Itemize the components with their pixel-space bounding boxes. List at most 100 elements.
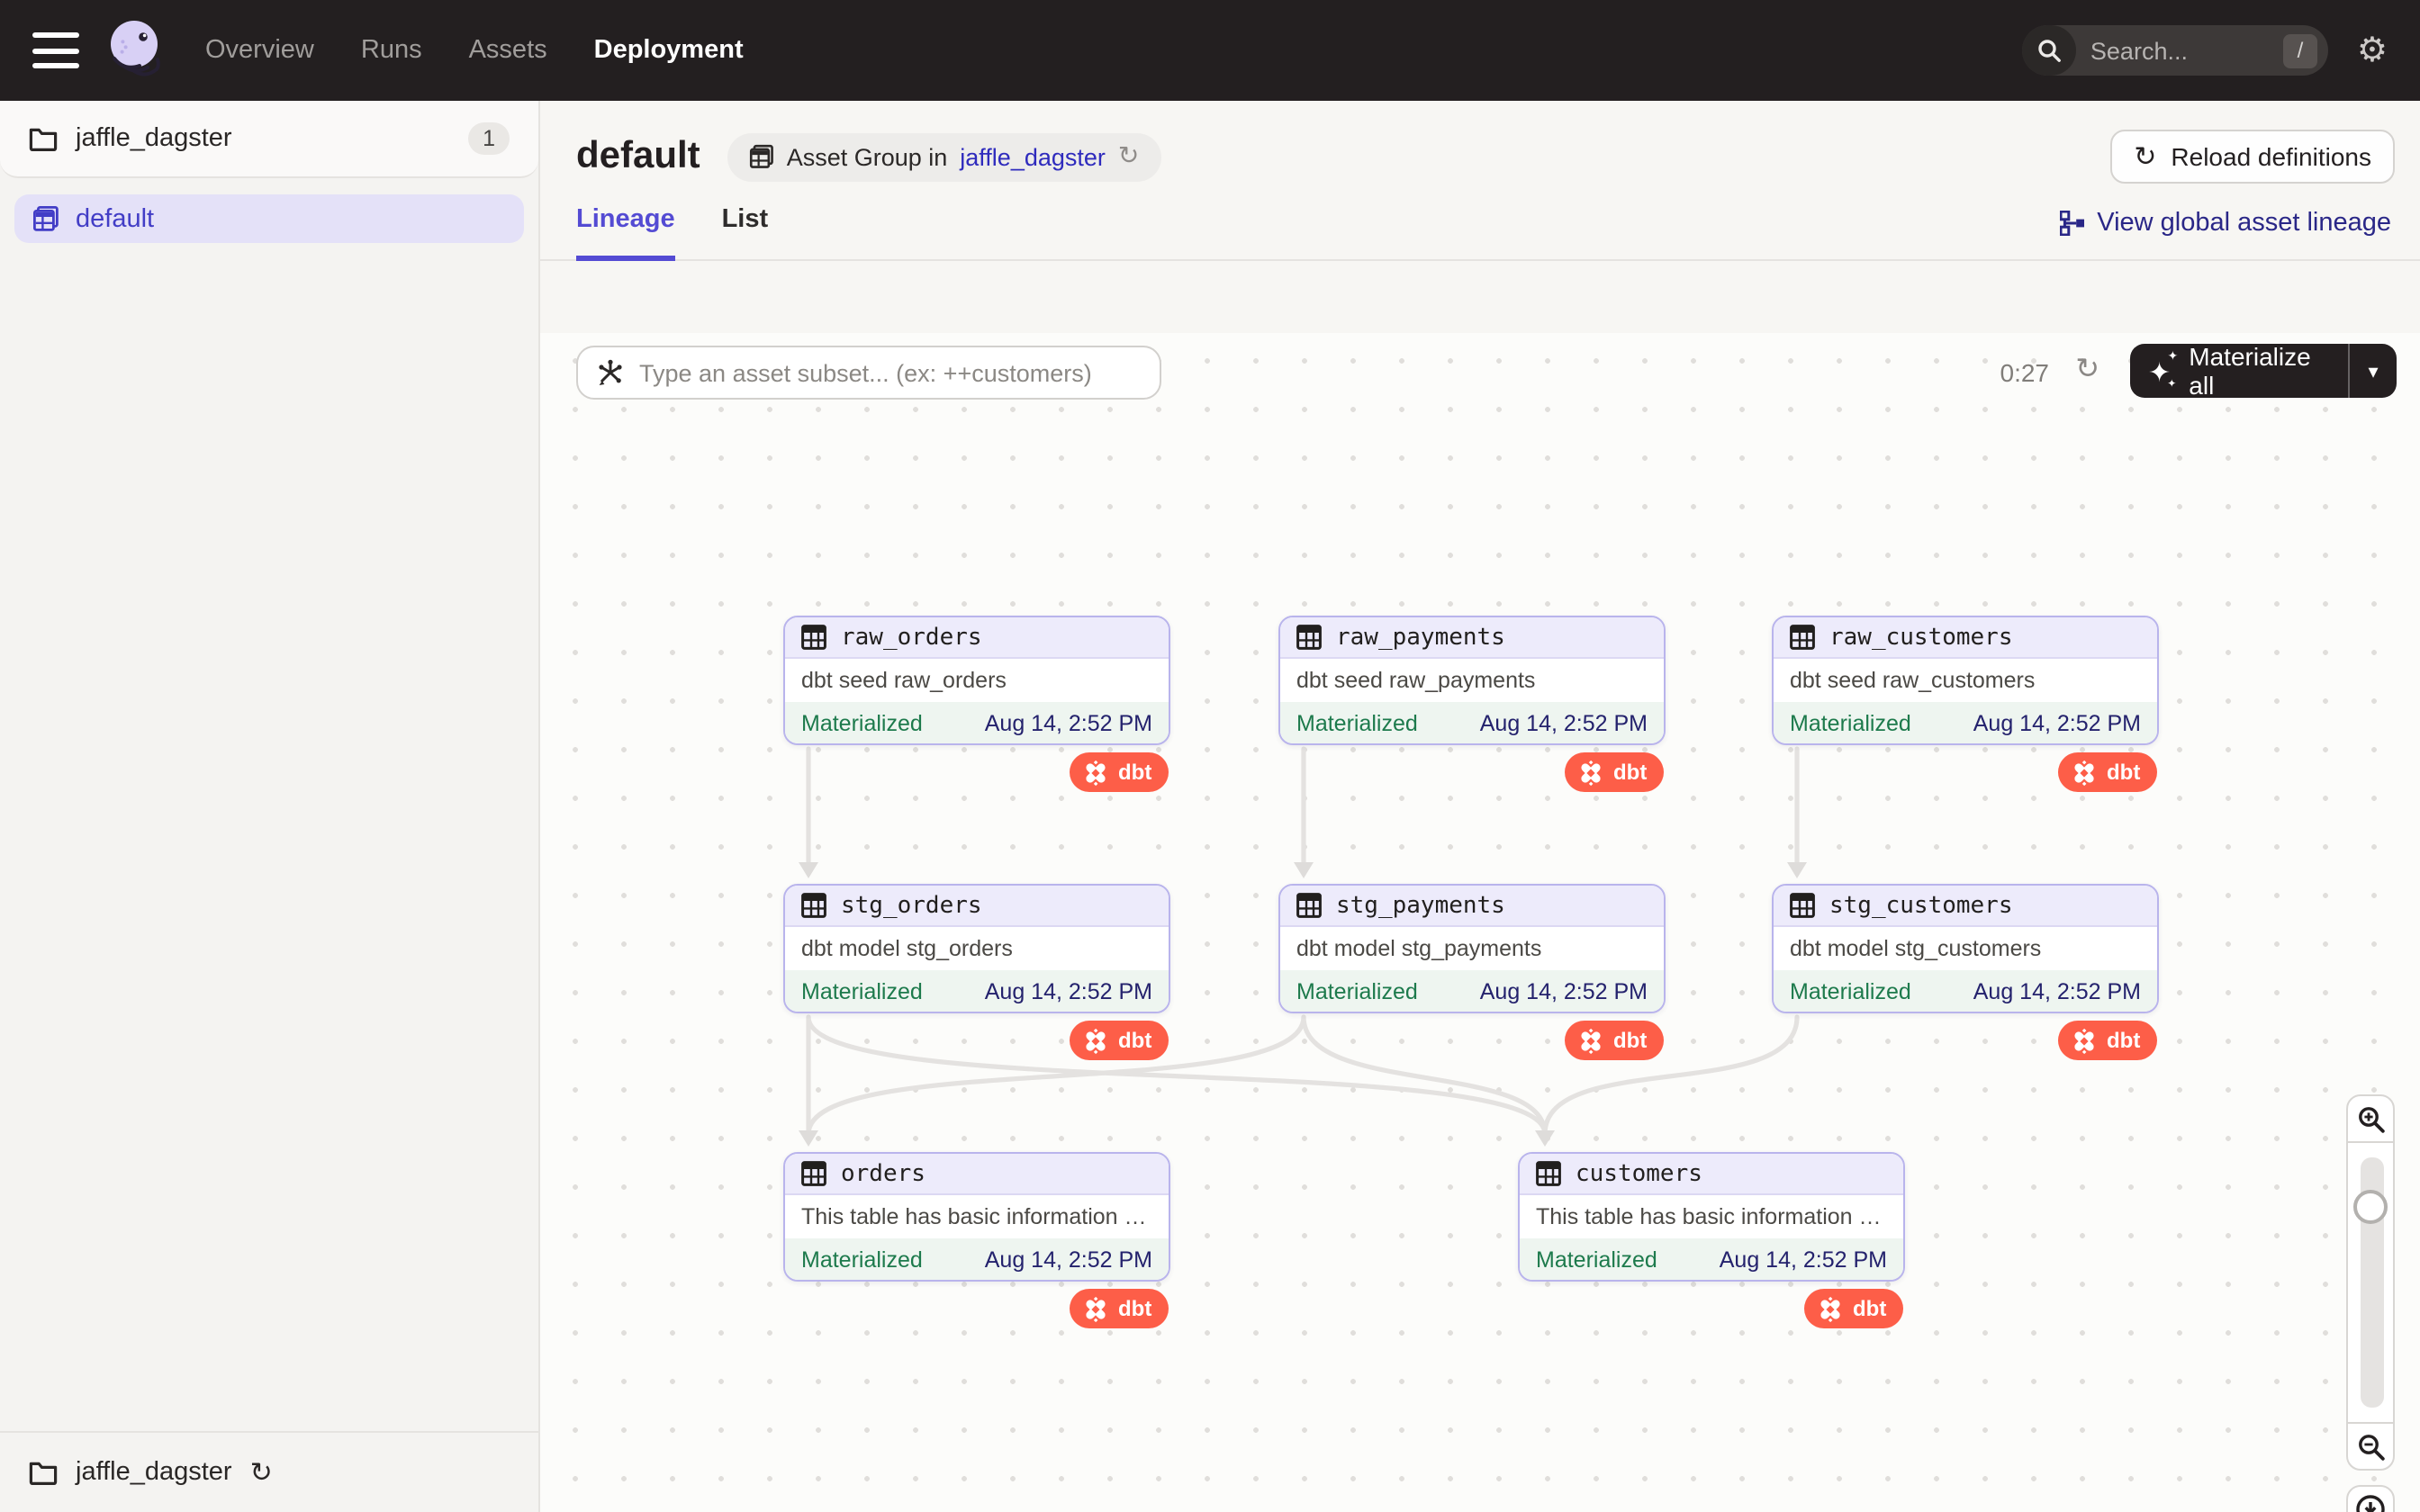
dagster-logo-icon[interactable] xyxy=(101,14,169,86)
asset-node-footer: Materialized Aug 14, 2:52 PM xyxy=(785,702,1169,743)
primary-nav: Overview Runs Assets Deployment xyxy=(205,36,744,65)
materialize-dropdown-caret[interactable]: ▾ xyxy=(2350,359,2397,382)
nav-item-runs[interactable]: Runs xyxy=(361,36,422,65)
status-label: Materialized xyxy=(801,1246,923,1272)
asset-node-header: raw_orders xyxy=(785,617,1169,659)
asset-subset-input[interactable]: Type an asset subset... (ex: ++customers… xyxy=(576,346,1161,400)
asset-description: dbt seed raw_payments xyxy=(1280,659,1664,702)
table-icon xyxy=(801,1161,826,1186)
context-link-jaffle-dagster[interactable]: jaffle_dagster xyxy=(960,143,1106,170)
asset-node-raw_payments[interactable]: raw_payments dbt seed raw_payments Mater… xyxy=(1278,616,1666,745)
asset-description: dbt model stg_customers xyxy=(1774,927,2157,970)
zoom-in-button[interactable] xyxy=(2346,1094,2395,1143)
edge-arrowhead xyxy=(1294,862,1314,878)
refresh-timer: 0:27 xyxy=(2000,358,2050,387)
tab-list[interactable]: List xyxy=(722,205,769,261)
sidebar-item-default[interactable]: default xyxy=(14,194,524,243)
asset-node-header: customers xyxy=(1520,1154,1903,1195)
sidebar-group-name: jaffle_dagster xyxy=(76,124,232,153)
reload-icon: ↻ xyxy=(2134,143,2156,170)
asset-description: This table has basic information about .… xyxy=(785,1195,1169,1238)
dbt-logo-icon xyxy=(1577,1027,1604,1054)
edge-arrowhead xyxy=(799,1130,818,1147)
asset-node-footer: Materialized Aug 14, 2:52 PM xyxy=(1774,970,2157,1012)
asset-node-header: raw_customers xyxy=(1774,617,2157,659)
hamburger-menu-icon[interactable] xyxy=(32,32,79,68)
table-icon xyxy=(801,625,826,650)
asset-name: customers xyxy=(1576,1160,1702,1187)
asset-name: orders xyxy=(841,1160,926,1187)
reload-definitions-button[interactable]: ↻ Reload definitions xyxy=(2110,130,2395,184)
asset-node-stg_payments[interactable]: stg_payments dbt model stg_payments Mate… xyxy=(1278,884,1666,1013)
table-icon xyxy=(801,893,826,918)
edge-stg_orders-to-customers xyxy=(808,1017,1545,1134)
dbt-badge[interactable]: dbt xyxy=(1565,1021,1663,1060)
dbt-badge-label: dbt xyxy=(2107,760,2140,785)
zoom-controls xyxy=(2346,1094,2395,1512)
folder-icon xyxy=(29,126,58,151)
sidebar-item-label: default xyxy=(76,204,154,233)
asset-filter-icon xyxy=(596,358,625,387)
status-label: Materialized xyxy=(1296,978,1418,1004)
dbt-logo-icon xyxy=(1577,759,1604,786)
dbt-badge-label: dbt xyxy=(1118,760,1151,785)
asset-node-orders[interactable]: orders This table has basic information … xyxy=(783,1152,1170,1282)
edge-arrowhead xyxy=(799,862,818,878)
sidebar-footer-code-location[interactable]: jaffle_dagster ↻ xyxy=(0,1431,538,1512)
asset-subset-placeholder: Type an asset subset... (ex: ++customers… xyxy=(639,359,1092,386)
lineage-canvas[interactable]: Type an asset subset... (ex: ++customers… xyxy=(540,333,2420,1512)
asset-node-header: orders xyxy=(785,1154,1169,1195)
gear-icon[interactable]: ⚙ xyxy=(2357,33,2388,68)
timestamp: Aug 14, 2:52 PM xyxy=(1480,710,1648,735)
dbt-badge[interactable]: dbt xyxy=(1070,1021,1168,1060)
view-global-asset-lineage-label: View global asset lineage xyxy=(2097,209,2391,238)
asset-node-stg_orders[interactable]: stg_orders dbt model stg_orders Material… xyxy=(783,884,1170,1013)
timestamp: Aug 14, 2:52 PM xyxy=(985,710,1152,735)
view-global-asset-lineage-link[interactable]: View global asset lineage xyxy=(2059,209,2391,259)
refresh-group-icon[interactable]: ↻ xyxy=(1118,144,1139,169)
dbt-badge[interactable]: dbt xyxy=(1070,1289,1168,1328)
timestamp: Aug 14, 2:52 PM xyxy=(1973,710,2141,735)
materialize-all-main[interactable]: ✦✦✦ Materialize all xyxy=(2130,342,2348,400)
dbt-badge[interactable]: dbt xyxy=(1565,752,1663,792)
dbt-badge-label: dbt xyxy=(1118,1028,1151,1053)
asset-node-raw_orders[interactable]: raw_orders dbt seed raw_orders Materiali… xyxy=(783,616,1170,745)
dbt-badge[interactable]: dbt xyxy=(2058,1021,2156,1060)
asset-description: dbt model stg_orders xyxy=(785,927,1169,970)
dbt-badge-label: dbt xyxy=(1613,760,1647,785)
zoom-slider[interactable] xyxy=(2346,1143,2395,1422)
sidebar-group-jaffle-dagster[interactable]: jaffle_dagster 1 xyxy=(0,101,538,178)
lineage-graph-icon xyxy=(2059,211,2084,236)
sparkle-icon: ✦✦✦ xyxy=(2150,355,2176,387)
tab-lineage[interactable]: Lineage xyxy=(576,205,675,261)
status-label: Materialized xyxy=(1536,1246,1657,1272)
asset-node-raw_customers[interactable]: raw_customers dbt seed raw_customers Mat… xyxy=(1772,616,2159,745)
asset-node-header: raw_payments xyxy=(1280,617,1664,659)
asset-description: dbt seed raw_orders xyxy=(785,659,1169,702)
dbt-logo-icon xyxy=(1082,1295,1109,1322)
nav-item-assets[interactable]: Assets xyxy=(469,36,547,65)
dbt-badge[interactable]: dbt xyxy=(2058,752,2156,792)
asset-node-customers[interactable]: customers This table has basic informati… xyxy=(1518,1152,1905,1282)
sidebar-footer-label: jaffle_dagster xyxy=(76,1458,232,1487)
materialize-all-button[interactable]: ✦✦✦ Materialize all ▾ xyxy=(2130,344,2397,398)
timestamp: Aug 14, 2:52 PM xyxy=(985,1246,1152,1272)
search-icon xyxy=(2022,25,2076,76)
zoom-slider-thumb[interactable] xyxy=(2353,1190,2388,1224)
nav-item-deployment[interactable]: Deployment xyxy=(594,36,744,65)
asset-group-icon xyxy=(749,144,774,169)
dbt-logo-icon xyxy=(1817,1295,1844,1322)
topbar-right: Search... / ⚙ xyxy=(2022,25,2388,76)
search-input[interactable]: Search... / xyxy=(2022,25,2328,76)
asset-group-icon xyxy=(32,205,59,232)
status-label: Materialized xyxy=(1296,710,1418,735)
table-icon xyxy=(1790,625,1815,650)
nav-item-overview[interactable]: Overview xyxy=(205,36,314,65)
dbt-badge[interactable]: dbt xyxy=(1070,752,1168,792)
zoom-out-button[interactable] xyxy=(2346,1422,2395,1471)
refresh-graph-icon[interactable]: ↻ xyxy=(2075,355,2099,383)
reload-location-icon[interactable]: ↻ xyxy=(250,1459,273,1486)
dbt-badge[interactable]: dbt xyxy=(1804,1289,1902,1328)
asset-node-stg_customers[interactable]: stg_customers dbt model stg_customers Ma… xyxy=(1772,884,2159,1013)
download-image-button[interactable] xyxy=(2346,1485,2395,1512)
